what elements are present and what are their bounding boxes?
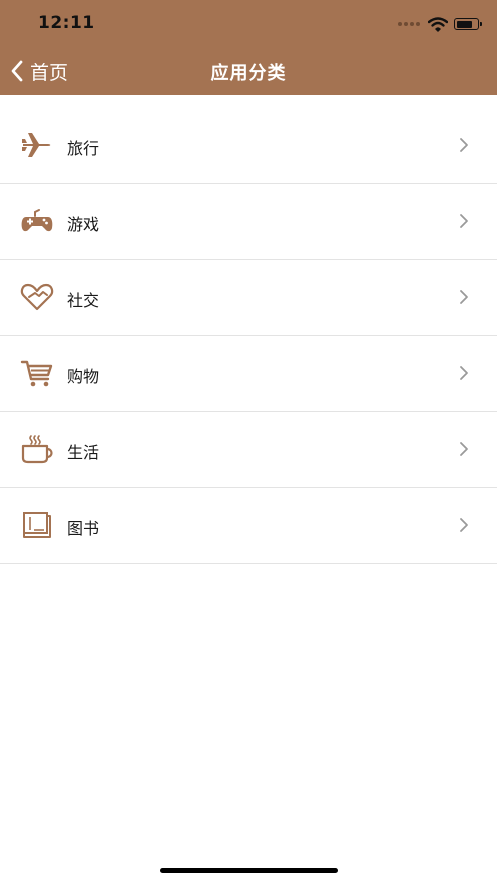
airplane-icon — [22, 133, 51, 157]
coffee-cup-icon — [21, 435, 53, 464]
home-indicator[interactable] — [160, 868, 338, 873]
chevron-right-icon — [460, 214, 468, 228]
category-label: 社交 — [67, 291, 100, 310]
wifi-icon — [428, 16, 448, 32]
chevron-right-icon — [460, 442, 468, 456]
category-item-social[interactable]: 社交 — [0, 260, 497, 336]
cellular-signal-icon — [398, 22, 420, 26]
category-item-books[interactable]: 图书 — [0, 488, 497, 564]
page-title: 应用分类 — [210, 63, 287, 84]
status-time: 12:11 — [38, 13, 95, 33]
navigation-header: 12:11 首页 应用分类 — [0, 0, 497, 95]
chevron-right-icon — [460, 138, 468, 152]
book-icon — [23, 512, 51, 538]
category-label: 图书 — [67, 519, 100, 538]
battery-icon — [454, 18, 482, 30]
category-item-travel[interactable]: 旅行 — [0, 108, 497, 184]
category-item-games[interactable]: 游戏 — [0, 184, 497, 260]
shopping-cart-icon — [20, 360, 53, 387]
chevron-right-icon — [460, 518, 468, 532]
category-list: 旅行 游戏 社交 购物 生活 图书 — [0, 108, 497, 564]
status-icons — [398, 14, 482, 34]
category-label: 生活 — [67, 443, 100, 462]
chevron-right-icon — [460, 290, 468, 304]
category-label: 游戏 — [67, 215, 100, 234]
category-label: 购物 — [67, 367, 100, 386]
category-item-life[interactable]: 生活 — [0, 412, 497, 488]
handshake-heart-icon — [20, 283, 54, 311]
chevron-right-icon — [460, 366, 468, 380]
gamepad-icon — [21, 209, 53, 232]
category-item-shopping[interactable]: 购物 — [0, 336, 497, 412]
category-label: 旅行 — [67, 139, 100, 158]
